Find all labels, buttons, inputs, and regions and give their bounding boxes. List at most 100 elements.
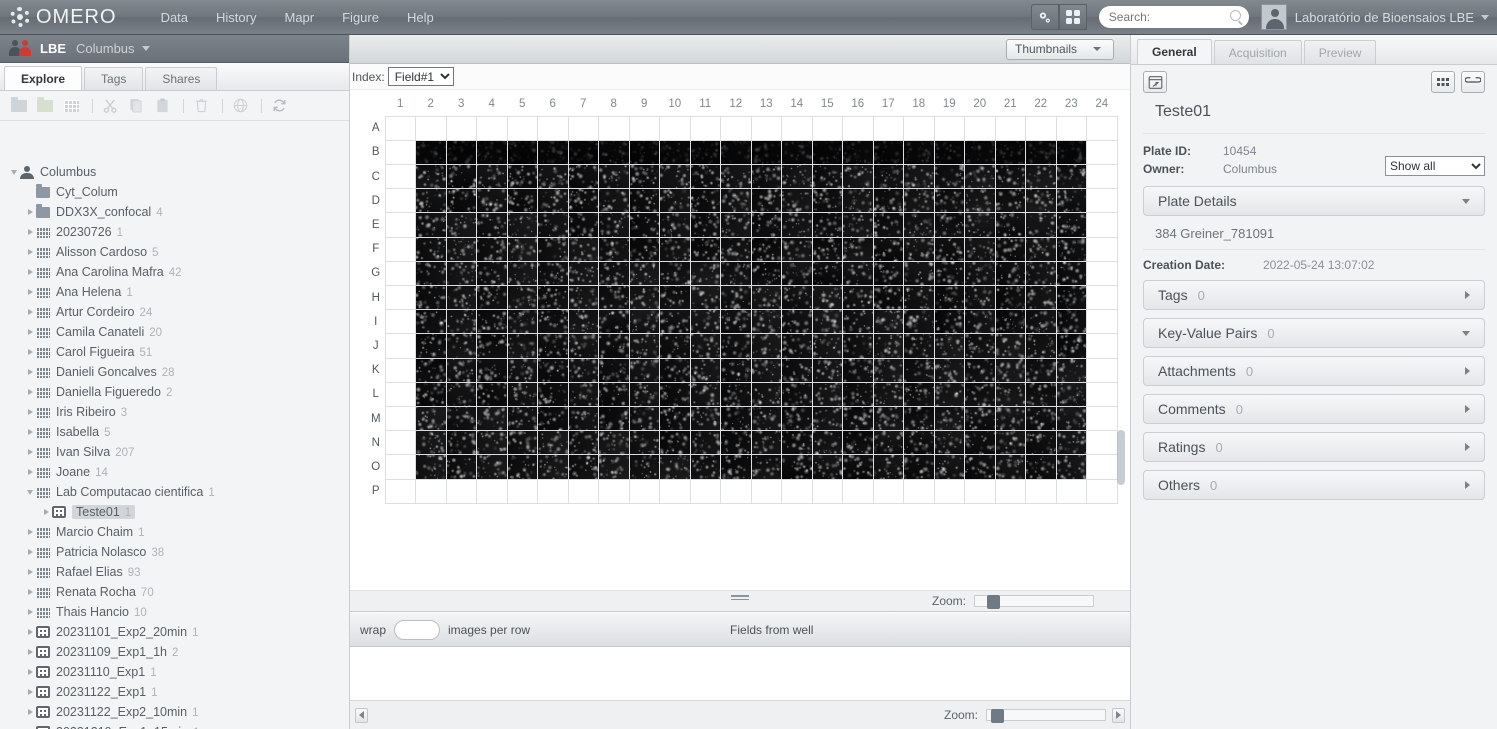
well-thumbnail[interactable] (508, 189, 538, 212)
plate-well-I18[interactable] (904, 310, 935, 334)
well-thumbnail[interactable] (935, 189, 965, 212)
plate-well-C9[interactable] (629, 165, 660, 189)
plate-well-K15[interactable] (812, 358, 843, 382)
well-thumbnail[interactable] (813, 334, 843, 357)
plate-well-J15[interactable] (812, 334, 843, 358)
plate-well-O4[interactable] (477, 455, 508, 479)
grid-view-icon[interactable] (1431, 71, 1455, 93)
well-thumbnail[interactable] (752, 141, 782, 164)
plate-well-B18[interactable] (904, 140, 935, 164)
well-thumbnail[interactable] (813, 383, 843, 406)
well-thumbnail[interactable] (752, 189, 782, 212)
well-thumbnail[interactable] (630, 334, 660, 357)
plate-well-L3[interactable] (446, 382, 477, 406)
well-thumbnail[interactable] (965, 238, 995, 261)
well-thumbnail[interactable] (660, 359, 690, 382)
tree-item-artur-cordeiro[interactable]: Artur Cordeiro24 (0, 302, 349, 322)
plate-well-A2[interactable] (416, 116, 447, 140)
well-thumbnail[interactable] (538, 213, 568, 236)
well-thumbnail[interactable] (508, 359, 538, 382)
plate-well-J3[interactable] (446, 334, 477, 358)
plate-well-I1[interactable] (385, 310, 416, 334)
well-thumbnail[interactable] (630, 431, 660, 454)
well-thumbnail[interactable] (996, 141, 1026, 164)
tree-item-danieli-goncalves[interactable]: Danieli Goncalves28 (0, 362, 349, 382)
plate-well-N1[interactable] (385, 431, 416, 455)
well-thumbnail[interactable] (965, 262, 995, 285)
well-thumbnail[interactable] (416, 383, 446, 406)
well-thumbnail[interactable] (996, 455, 1026, 478)
well-thumbnail[interactable] (599, 334, 629, 357)
chevron-right-icon[interactable] (24, 589, 36, 595)
plate-well-O8[interactable] (599, 455, 630, 479)
plate-well-C19[interactable] (934, 165, 965, 189)
plate-well-H23[interactable] (1056, 286, 1087, 310)
plate-well-G16[interactable] (843, 261, 874, 285)
well-thumbnail[interactable] (782, 213, 812, 236)
plate-well-L8[interactable] (599, 382, 630, 406)
plate-well-E23[interactable] (1056, 213, 1087, 237)
well-thumbnail[interactable] (813, 431, 843, 454)
tree-item-camila-canateli[interactable]: Camila Canateli20 (0, 322, 349, 342)
well-thumbnail[interactable] (904, 286, 934, 309)
well-thumbnail[interactable] (1026, 407, 1056, 430)
plate-well-N7[interactable] (568, 431, 599, 455)
well-thumbnail[interactable] (965, 165, 995, 188)
tree-item-marcio-chaim[interactable]: Marcio Chaim1 (0, 522, 349, 542)
well-thumbnail[interactable] (447, 189, 477, 212)
well-thumbnail[interactable] (904, 359, 934, 382)
well-thumbnail[interactable] (660, 407, 690, 430)
plate-well-H6[interactable] (538, 286, 569, 310)
well-thumbnail[interactable] (630, 383, 660, 406)
well-thumbnail[interactable] (965, 455, 995, 478)
well-thumbnail[interactable] (477, 189, 507, 212)
plate-well-D14[interactable] (782, 189, 813, 213)
chevron-down-icon[interactable] (142, 46, 150, 51)
well-thumbnail[interactable] (782, 407, 812, 430)
well-thumbnail[interactable] (508, 407, 538, 430)
plate-well-P22[interactable] (1026, 479, 1057, 503)
tree-item-20231122-exp1[interactable]: 20231122_Exp11 (0, 682, 349, 702)
plate-well-E24[interactable] (1087, 213, 1118, 237)
plate-well-I7[interactable] (568, 310, 599, 334)
plate-well-G9[interactable] (629, 261, 660, 285)
plate-well-D20[interactable] (965, 189, 996, 213)
zoom-slider-bottom[interactable] (986, 709, 1106, 721)
well-thumbnail[interactable] (782, 165, 812, 188)
plate-well-E3[interactable] (446, 213, 477, 237)
well-thumbnail[interactable] (843, 310, 873, 333)
well-thumbnail[interactable] (447, 141, 477, 164)
plate-well-J14[interactable] (782, 334, 813, 358)
plate-well-F7[interactable] (568, 237, 599, 261)
refresh-icon[interactable] (268, 95, 290, 117)
well-thumbnail[interactable] (508, 141, 538, 164)
omero-logo[interactable]: OMERO (10, 6, 117, 29)
plate-well-C22[interactable] (1026, 165, 1057, 189)
plate-well-E12[interactable] (721, 213, 752, 237)
well-thumbnail[interactable] (813, 310, 843, 333)
well-thumbnail[interactable] (569, 310, 599, 333)
well-thumbnail[interactable] (569, 383, 599, 406)
chevron-right-icon[interactable] (24, 449, 36, 455)
plate-well-C1[interactable] (385, 165, 416, 189)
well-thumbnail[interactable] (752, 286, 782, 309)
plate-well-O17[interactable] (873, 455, 904, 479)
plate-well-O1[interactable] (385, 455, 416, 479)
plate-well-J21[interactable] (995, 334, 1026, 358)
tree-item-ddx3x-confocal[interactable]: DDX3X_confocal4 (0, 202, 349, 222)
plate-well-K13[interactable] (751, 358, 782, 382)
plate-well-M16[interactable] (843, 406, 874, 430)
well-thumbnail[interactable] (477, 455, 507, 478)
plate-well-M9[interactable] (629, 406, 660, 430)
plate-well-F11[interactable] (690, 237, 721, 261)
well-thumbnail[interactable] (477, 407, 507, 430)
well-thumbnail[interactable] (782, 238, 812, 261)
well-thumbnail[interactable] (874, 383, 904, 406)
new-project-icon[interactable] (8, 95, 30, 117)
plate-well-A24[interactable] (1087, 116, 1118, 140)
plate-well-O20[interactable] (965, 455, 996, 479)
plate-well-M3[interactable] (446, 406, 477, 430)
plate-well-L4[interactable] (477, 382, 508, 406)
plate-well-I4[interactable] (477, 310, 508, 334)
well-thumbnail[interactable] (782, 383, 812, 406)
